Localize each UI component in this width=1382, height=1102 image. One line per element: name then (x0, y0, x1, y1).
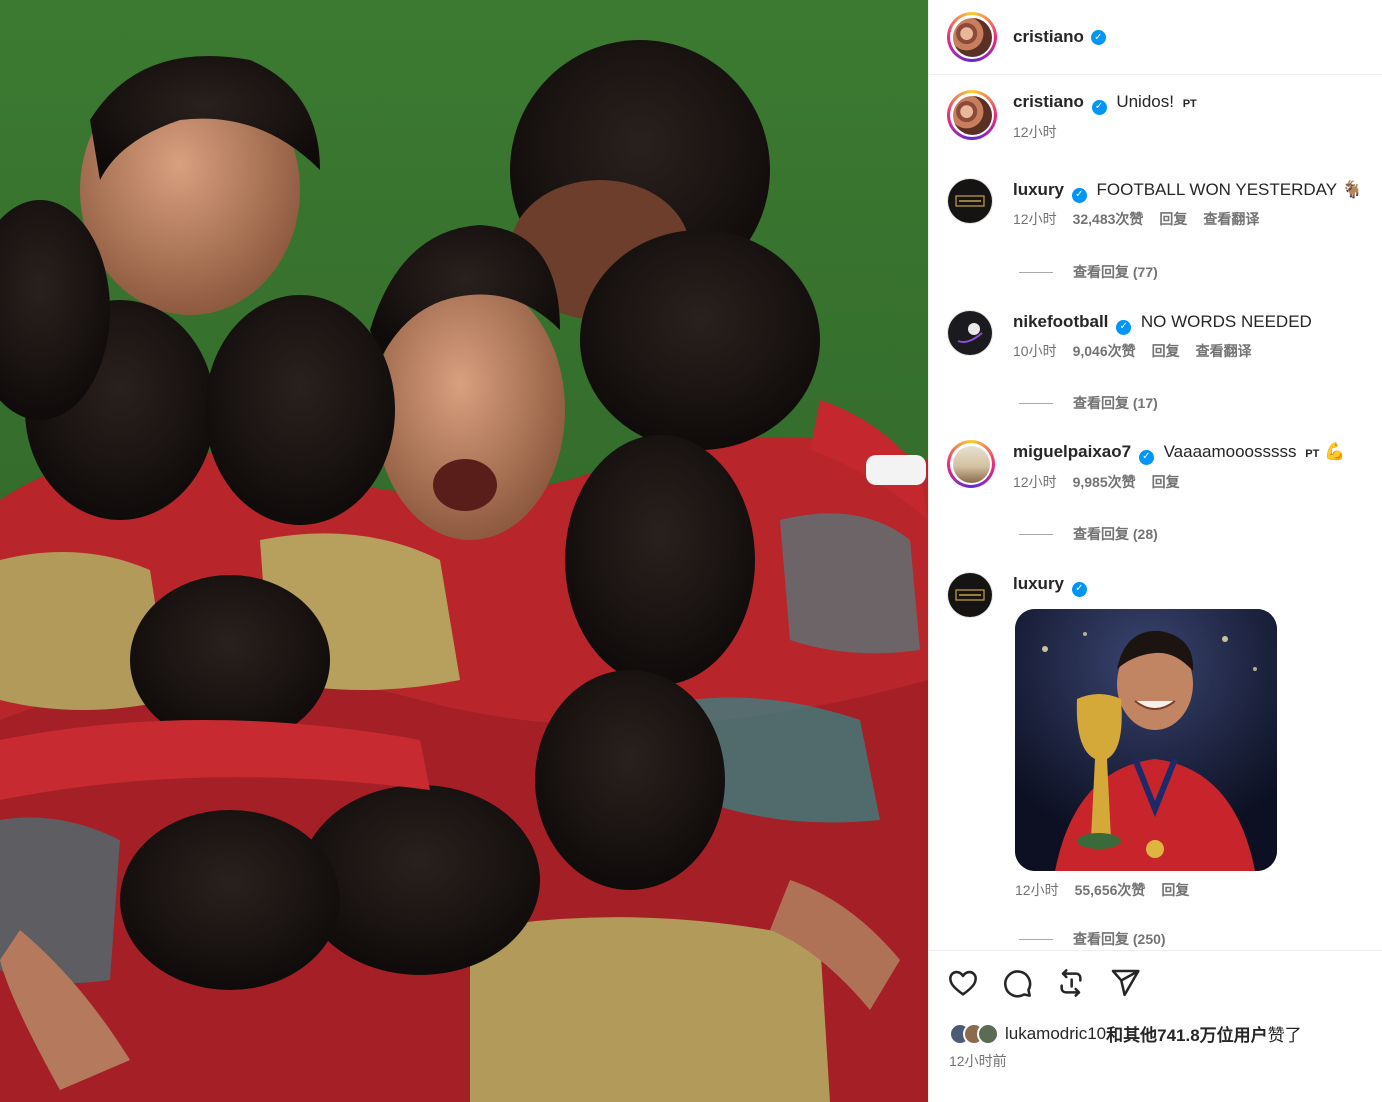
verified-badge-icon: ✓ (1071, 187, 1087, 203)
view-replies-label: 查看回复 (250) (1073, 931, 1166, 947)
replies-divider (1019, 271, 1053, 273)
view-replies-button[interactable]: 查看回复 (28) (1019, 524, 1158, 544)
reply-button[interactable]: 回复 (1152, 341, 1180, 361)
view-replies-button[interactable]: 查看回复 (17) (1019, 393, 1158, 413)
post-actions: lukamodric10 和其他741.8万位用户 赞了 12小时前 (929, 950, 1382, 1102)
reply-button[interactable]: 回复 (1159, 209, 1187, 229)
view-replies-label: 查看回复 (77) (1073, 264, 1158, 280)
post-header: cristiano ✓ (929, 0, 1382, 75)
comment-likes[interactable]: 32,483次赞 (1073, 209, 1144, 229)
reply-button[interactable]: 回复 (1152, 472, 1180, 492)
verified-badge-icon: ✓ (1071, 581, 1087, 597)
comment-likes[interactable]: 9,985次赞 (1073, 472, 1136, 492)
view-replies-button[interactable]: 查看回复 (250) (1019, 929, 1166, 949)
author-avatar[interactable] (947, 12, 997, 62)
share-icon[interactable] (1109, 967, 1141, 999)
luxury-logo-icon (948, 573, 992, 617)
comment-meta-row: 12小时 55,656次赞 回复 (947, 880, 1367, 900)
caption-avatar[interactable] (947, 90, 997, 140)
comment-time: 12小时 (1015, 882, 1059, 898)
repost-icon[interactable] (1055, 967, 1087, 999)
author-username[interactable]: cristiano (1013, 27, 1084, 47)
commenter-avatar[interactable] (947, 572, 993, 618)
view-replies-label: 查看回复 (17) (1073, 395, 1158, 411)
liker-avatars (949, 1022, 999, 1045)
caption-avatar-image (952, 95, 992, 135)
verified-badge-icon: ✓ (1091, 99, 1107, 115)
caption-time: 12小时 (1013, 124, 1057, 140)
comment-image[interactable] (1015, 609, 1277, 871)
comment-time: 12小时 (1013, 474, 1057, 490)
comment-icon[interactable] (1001, 967, 1033, 999)
post-timestamp[interactable]: 12小时前 (949, 1051, 1007, 1071)
author-avatar-image (952, 17, 992, 57)
liked-suffix: 赞了 (1267, 1026, 1302, 1045)
caption-username[interactable]: cristiano (1013, 92, 1084, 111)
comment-item: luxury ✓ FOOTBALL WON YESTERDAY 🐐 12小时 3… (947, 178, 1367, 229)
commenter-avatar[interactable] (947, 310, 993, 356)
comment-text: NO WORDS NEEDED (1140, 312, 1312, 331)
reply-button[interactable]: 回复 (1161, 880, 1189, 900)
liked-by-summary[interactable]: lukamodric10 和其他741.8万位用户 赞了 (949, 1021, 1302, 1046)
comment-likes[interactable]: 55,656次赞 (1075, 880, 1146, 900)
heart-icon[interactable] (947, 967, 979, 999)
commenter-avatar[interactable] (947, 440, 995, 488)
caption-text: Unidos! (1116, 92, 1174, 111)
verified-badge-icon: ✓ (1138, 449, 1154, 465)
view-replies-label: 查看回复 (28) (1073, 526, 1158, 542)
comment-text: Vaaaamooosssss (1163, 442, 1297, 461)
flexed-biceps-icon: 💪 (1324, 442, 1346, 461)
commenter-username[interactable]: miguelpaixao7 (1013, 442, 1131, 461)
replies-divider (1019, 533, 1053, 535)
luxury-logo-icon (948, 179, 992, 223)
view-replies-button[interactable]: 查看回复 (77) (1019, 262, 1158, 282)
comment-likes[interactable]: 9,046次赞 (1073, 341, 1136, 361)
liked-by-others[interactable]: 和其他741.8万位用户 (1106, 1021, 1268, 1046)
liked-by-user[interactable]: lukamodric10 (1005, 1024, 1106, 1044)
liker-avatar (977, 1022, 999, 1045)
translate-button[interactable]: 查看翻译 (1196, 341, 1252, 361)
verified-badge-icon: ✓ (1116, 319, 1132, 335)
commenter-avatar[interactable] (947, 178, 993, 224)
commenter-avatar-image (952, 445, 990, 483)
caption-language[interactable]: PT (1183, 98, 1197, 110)
comment-language[interactable]: PT (1305, 448, 1319, 460)
post-sidebar: cristiano ✓ cristiano ✓ Unidos! PT 12小时 (928, 0, 1382, 1102)
commenter-username[interactable]: luxury (1013, 180, 1064, 199)
post-photo[interactable] (0, 0, 928, 1102)
comment-time: 10小时 (1013, 342, 1057, 359)
comment-item: nikefootball ✓ NO WORDS NEEDED 10小时 9,04… (947, 310, 1367, 361)
team-celebration-image (0, 0, 928, 1102)
commenter-username[interactable]: luxury (1013, 574, 1064, 593)
comment-item: miguelpaixao7 ✓ Vaaaamooosssss PT 💪 12小时… (947, 440, 1367, 492)
trophy-photo (1015, 609, 1277, 871)
translate-button[interactable]: 查看翻译 (1203, 209, 1259, 229)
post-caption: cristiano ✓ Unidos! PT 12小时 (947, 90, 1367, 142)
comment-time: 12小时 (1013, 210, 1057, 227)
commenter-username[interactable]: nikefootball (1013, 312, 1108, 331)
replies-divider (1019, 402, 1053, 404)
comment-text: FOOTBALL WON YESTERDAY 🐐 (1096, 180, 1363, 199)
nike-logo-icon (948, 311, 992, 355)
verified-badge-icon: ✓ (1090, 29, 1106, 45)
replies-divider (1019, 938, 1053, 940)
